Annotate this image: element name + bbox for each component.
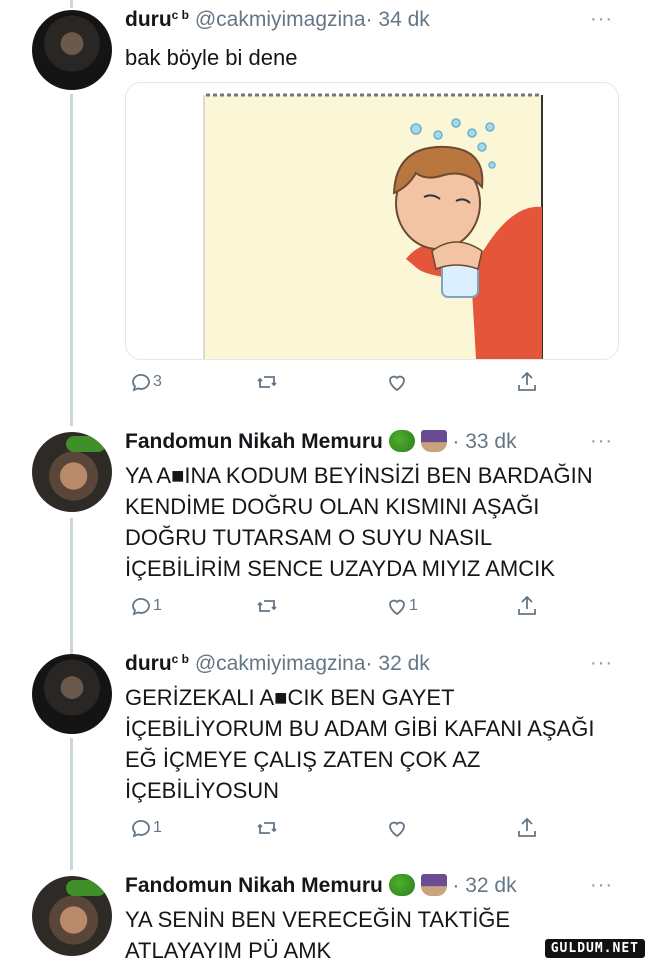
more-options-icon[interactable]: ···	[590, 652, 613, 675]
share-icon	[518, 817, 536, 837]
reply-count: 1	[153, 819, 162, 836]
timestamp[interactable]: 32 dk	[465, 874, 516, 897]
tweet-header: Fandomun Nikah Memuru · 32 dk	[125, 874, 517, 898]
tweet[interactable]: duruc b @cakmiyimagzina· 34 dk ··· bak b…	[0, 0, 649, 420]
avatar[interactable]	[32, 654, 112, 734]
timestamp[interactable]: 34 dk	[378, 8, 429, 31]
like-button[interactable]: 1	[385, 594, 418, 618]
timestamp[interactable]: 33 dk	[465, 430, 516, 453]
timestamp[interactable]: 32 dk	[378, 652, 429, 675]
retweet-icon	[257, 822, 277, 834]
tweet-text-line: İÇEBİLİYORUM BU ADAM GİBİ KAFANI AŞAĞI	[125, 716, 595, 741]
retweet-button[interactable]	[255, 594, 279, 618]
tweet[interactable]: duruc b @cakmiyimagzina· 32 dk ··· GERİZ…	[0, 650, 649, 864]
share-button[interactable]	[515, 816, 539, 840]
tweet-text-line: YA A■INA KODUM BEYİNSİZİ BEN BARDAĞIN	[125, 463, 593, 488]
reply-count: 1	[153, 597, 162, 614]
tweet-text-line: İÇEBİLİRİM SENCE UZAYDA MIYIZ AMCIK	[125, 556, 555, 581]
share-button[interactable]	[515, 370, 539, 394]
author-handle[interactable]: @cakmiyimagzina	[195, 8, 366, 31]
tweet-header: Fandomun Nikah Memuru · 33 dk	[125, 430, 517, 454]
avatar[interactable]	[32, 432, 112, 512]
reply-count: 3	[153, 373, 162, 390]
reply-icon	[132, 820, 150, 838]
illustration-drinking-water	[203, 93, 543, 359]
author-badge: c b	[171, 652, 189, 666]
more-options-icon[interactable]: ···	[590, 430, 613, 453]
broccoli-emoji	[388, 874, 415, 896]
more-options-icon[interactable]: ···	[590, 8, 613, 31]
reply-icon	[132, 374, 150, 392]
separator-dot: ·	[365, 8, 373, 31]
tweet-text: bak böyle bi dene	[125, 45, 298, 70]
site-watermark: GULDUM.NET	[544, 939, 645, 958]
author-handle[interactable]: @cakmiyimagzina	[195, 652, 366, 675]
tweet-text-line: EĞ İÇMEYE ÇALIŞ ZATEN ÇOK AZ	[125, 747, 481, 772]
retweet-icon	[257, 376, 277, 388]
separator-dot: ·	[365, 652, 373, 675]
like-icon	[389, 821, 405, 838]
like-icon	[389, 599, 405, 616]
avatar[interactable]	[32, 10, 112, 90]
tweet-header: duruc b @cakmiyimagzina· 32 dk	[125, 652, 430, 676]
like-button[interactable]	[385, 370, 409, 394]
wizard-emoji	[420, 874, 447, 896]
reply-button[interactable]: 3	[129, 370, 162, 394]
tweet-text-line: YA SENİN BEN VERECEĞİN TAKTİĞE	[125, 907, 511, 932]
tweet-text-line: GERİZEKALI A■CIK BEN GAYET	[125, 685, 455, 710]
avatar[interactable]	[32, 876, 112, 956]
separator-dot: ·	[452, 874, 460, 897]
leaf-crown-icon	[66, 436, 106, 452]
tweet-actions: 1	[125, 816, 545, 842]
tweet-header: duruc b @cakmiyimagzina· 34 dk	[125, 8, 430, 32]
reply-icon	[132, 598, 150, 616]
reply-button[interactable]: 1	[129, 594, 162, 618]
leaf-crown-icon	[66, 880, 106, 896]
tweet-text-line: KENDİME DOĞRU OLAN KISMINI AŞAĞI	[125, 494, 540, 519]
reply-button[interactable]: 1	[129, 816, 162, 840]
like-count: 1	[409, 597, 418, 614]
tweet[interactable]: Fandomun Nikah Memuru · 33 dk ··· YA A■I…	[0, 428, 649, 642]
tweet-text: YA A■INA KODUM BEYİNSİZİ BEN BARDAĞIN KE…	[125, 460, 625, 584]
like-icon	[389, 375, 405, 392]
like-button[interactable]	[385, 816, 409, 840]
author-name[interactable]: duru	[125, 8, 172, 31]
author-name[interactable]: Fandomun Nikah Memuru	[125, 874, 383, 897]
tweet-actions: 1 1	[125, 594, 545, 620]
tweet-actions: 3	[125, 370, 545, 396]
broccoli-emoji	[388, 430, 415, 452]
more-options-icon[interactable]: ···	[590, 874, 613, 897]
tweet-text-line: DOĞRU TUTARSAM O SUYU NASIL	[125, 525, 493, 550]
author-badge: c b	[171, 8, 189, 22]
tweet-image[interactable]	[125, 82, 619, 360]
wizard-emoji	[420, 430, 447, 452]
separator-dot: ·	[452, 430, 460, 453]
retweet-icon	[257, 600, 277, 612]
tweet-text-line: İÇEBİLİYOSUN	[125, 778, 280, 803]
share-icon	[518, 371, 536, 391]
retweet-button[interactable]	[255, 816, 279, 840]
author-name[interactable]: Fandomun Nikah Memuru	[125, 430, 383, 453]
retweet-button[interactable]	[255, 370, 279, 394]
tweet-text: GERİZEKALI A■CIK BEN GAYET İÇEBİLİYORUM …	[125, 682, 625, 806]
share-icon	[518, 595, 536, 615]
share-button[interactable]	[515, 594, 539, 618]
author-name[interactable]: duru	[125, 652, 172, 675]
